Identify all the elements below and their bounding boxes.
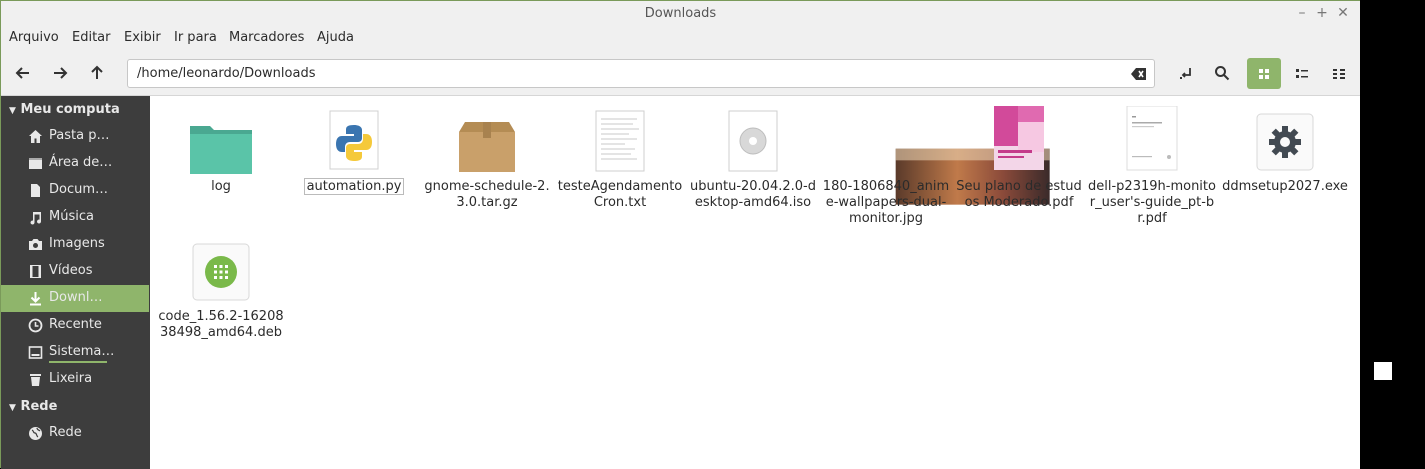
file-view[interactable]: log automation.py gnome-schedule-2.3.0.t… [150,96,1360,469]
clear-location-button[interactable] [1130,65,1148,83]
file-name-text: automation.py [303,178,405,195]
menu-marcadores[interactable]: Marcadores [229,30,304,45]
arrow-up-icon [91,65,103,79]
sidebar-item-label: Imagens [49,236,105,251]
menu-ajuda[interactable]: Ajuda [317,30,354,45]
sidebar-item-music[interactable]: Música [1,204,149,231]
path-toggle-icon [1180,68,1191,79]
sidebar-item-label: Vídeos [49,263,93,278]
sidebar-item-home[interactable]: Pasta p… [1,123,149,150]
sidebar-item-desktop[interactable]: Área de… [1,150,149,177]
file-name: gnome-schedule-2.3.0.tar.gz [424,179,550,210]
sidebar-item-label: Sistema… [49,344,115,359]
sidebar-item-pictures[interactable]: Imagens [1,231,149,258]
sidebar-item-label: Downl… [49,290,103,305]
sidebar-item-label: Lixeira [49,371,93,386]
file-name: code_1.56.2-1620838498_amd64.deb [158,309,284,340]
section-label: Meu computa [20,102,120,117]
menu-editar[interactable]: Editar [72,30,111,45]
toolbar: /home/leonardo/Downloads [1,49,1360,96]
sidebar-item-downloads[interactable]: Downl… [1,285,149,312]
chevron-down-icon: ▼ [9,403,16,413]
trash-icon [30,374,41,386]
file-name: log [211,179,231,194]
film-icon [30,265,41,278]
backspace-icon [1131,68,1146,80]
file-name: testeAgendamentoCron.txt [557,179,683,210]
sidebar-section-network[interactable]: ▼ Rede [9,399,57,414]
file-name: Seu plano de estudos Moderado.pdf [956,179,1082,210]
gear-icon [1256,113,1314,171]
titlebar: Downloads – + ✕ [1,1,1360,27]
sidebar-item-videos[interactable]: Vídeos [1,258,149,285]
file-manager-window: Downloads – + ✕ Arquivo Editar Exibir Ir… [0,0,1360,469]
sidebar-item-label: Música [49,209,94,224]
menubar: Arquivo Editar Exibir Ir para Marcadores… [1,27,1360,49]
sidebar-item-label: Área de… [49,155,113,170]
chevron-down-icon: ▼ [9,106,16,116]
sidebar-item-label: Recente [49,317,102,332]
forward-button[interactable] [45,58,75,88]
sidebar-item-label: Docum… [49,182,109,197]
back-button[interactable] [8,58,38,88]
compact-view-button[interactable] [1322,58,1356,89]
package-icon [192,243,250,301]
desktop-icon [29,158,42,169]
disc-image-icon [728,110,778,172]
window-title: Downloads [644,6,717,21]
file-name: dell-p2319h-monitor_user's-guide_pt-br.p… [1088,179,1216,226]
sidebar-item-network[interactable]: Rede [1,420,149,447]
download-icon [30,292,41,306]
file-name: 180-1806840_anime-wallpapers-dual-monito… [822,179,950,226]
location-path[interactable]: /home/leonardo/Downloads [137,66,315,81]
usage-bar [49,361,107,363]
camera-icon [29,239,42,250]
search-button[interactable] [1207,58,1237,88]
pdf-thumbnail-icon [994,106,1044,170]
text-file-icon [595,110,645,172]
folder-icon [190,126,252,174]
minimize-button[interactable]: – [1293,4,1311,22]
music-icon [30,212,42,225]
close-button[interactable]: ✕ [1334,4,1352,22]
maximize-button[interactable]: + [1313,4,1331,22]
file-name: automation.py [289,178,419,195]
desktop-square [1374,362,1392,380]
list-icon [1296,68,1308,78]
home-icon [29,130,42,143]
search-icon [1215,66,1230,81]
sidebar-item-recent[interactable]: Recente [1,312,149,339]
clock-icon [28,318,43,333]
sidebar-section-computer[interactable]: ▼ Meu computa [9,102,120,117]
toggle-location-button[interactable] [1171,58,1201,88]
sidebar-item-documents[interactable]: Docum… [1,177,149,204]
icon-view-button[interactable] [1247,58,1281,89]
file-name: ddmsetup2027.exe [1222,179,1348,194]
drive-icon [28,346,43,359]
pdf-thumbnail-icon [1126,106,1178,171]
compact-list-icon [1333,68,1345,79]
menu-exibir[interactable]: Exibir [124,30,161,45]
sidebar: ▼ Meu computa Pasta p… Área de… Docum… M… [1,96,150,469]
sidebar-item-label: Pasta p… [49,128,110,143]
file-name: ubuntu-20.04.2.0-desktop-amd64.iso [690,179,816,210]
document-icon [31,184,40,197]
arrow-left-icon [15,67,29,79]
archive-box-icon [459,122,515,172]
sidebar-item-filesystem[interactable]: Sistema… [1,339,149,366]
menu-ir-para[interactable]: Ir para [174,30,217,45]
python-file-icon [329,110,379,170]
sidebar-item-label: Rede [49,425,82,440]
up-button[interactable] [82,58,112,88]
globe-icon [29,427,42,440]
arrow-right-icon [54,67,68,79]
grid-icon [1259,68,1269,79]
location-bar[interactable]: /home/leonardo/Downloads [127,59,1155,88]
list-view-button[interactable] [1285,58,1319,89]
menu-arquivo[interactable]: Arquivo [9,30,59,45]
sidebar-item-trash[interactable]: Lixeira [1,366,149,393]
section-label: Rede [20,399,58,414]
